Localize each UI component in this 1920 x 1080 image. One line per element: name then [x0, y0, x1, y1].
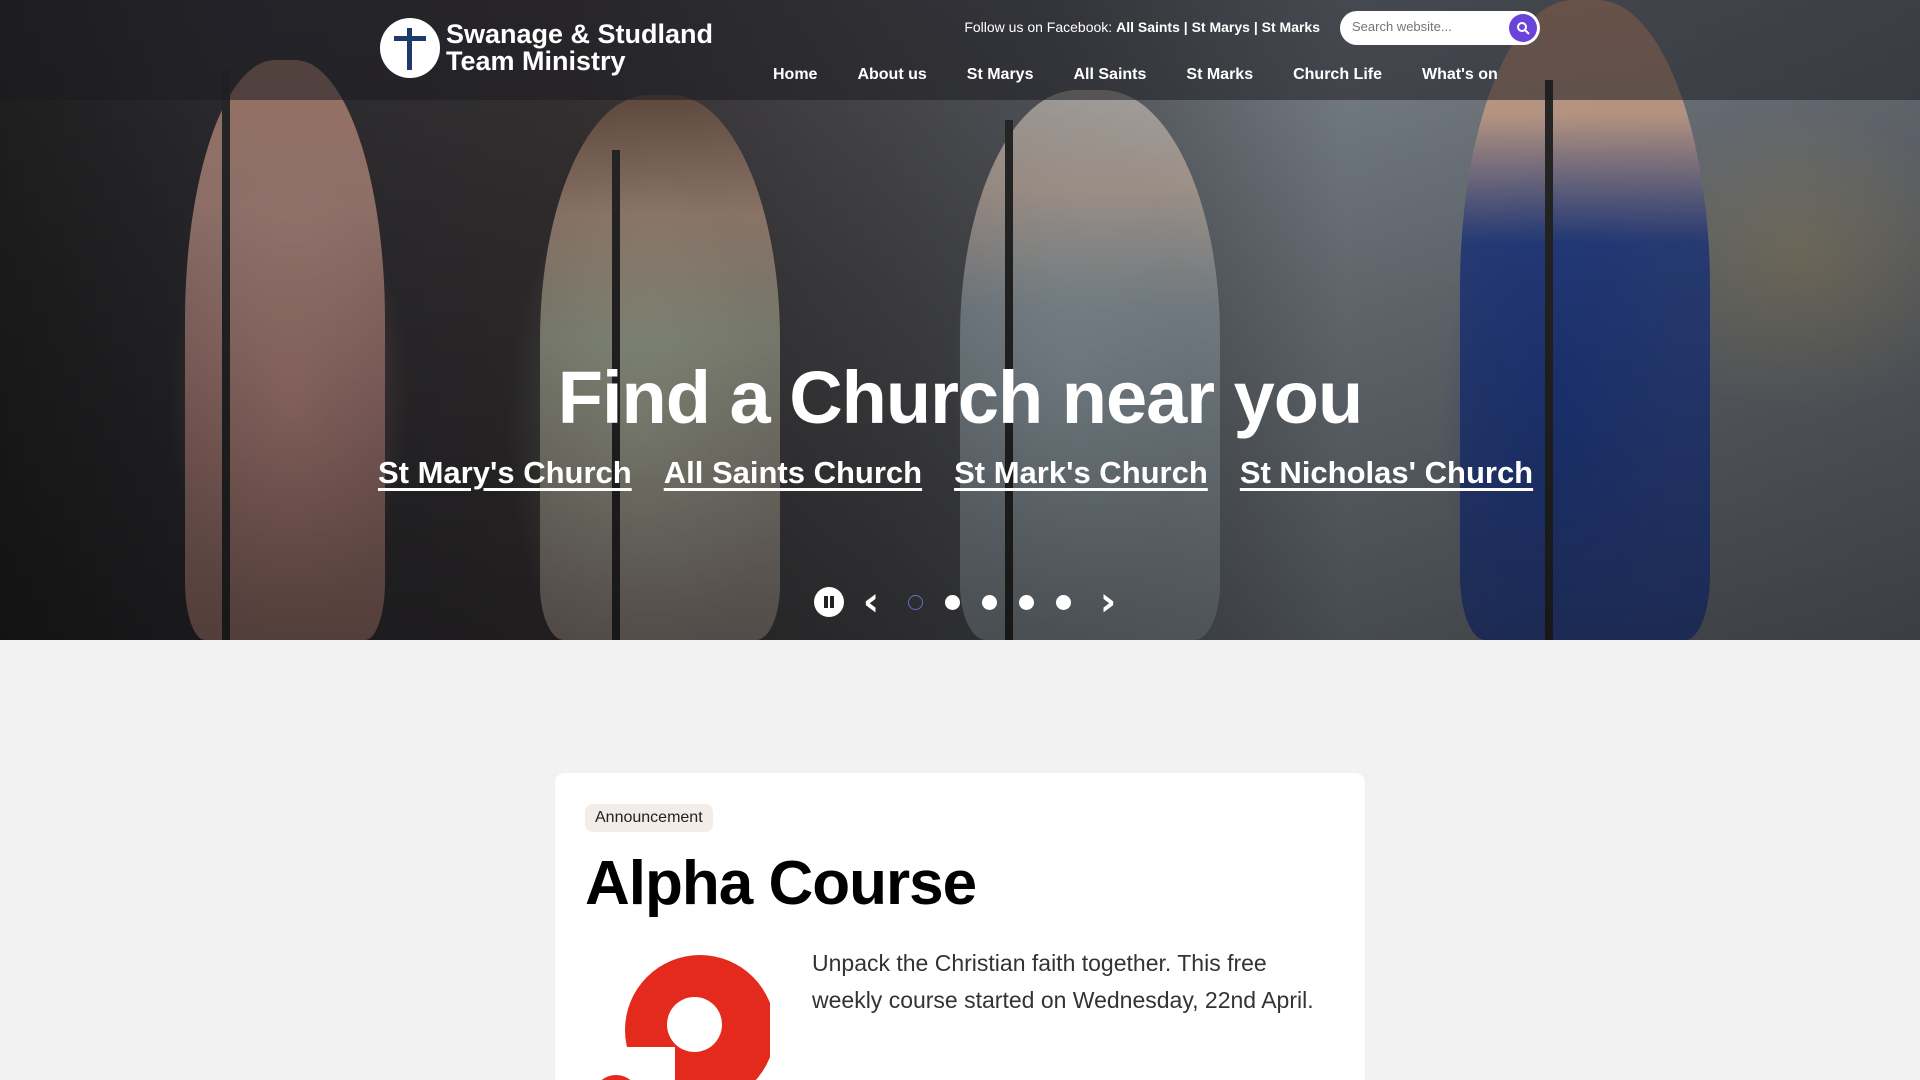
nav-st-marys[interactable]: St Marys: [967, 66, 1034, 84]
link-all-saints-church[interactable]: All Saints Church: [664, 455, 922, 491]
search-icon: [1517, 22, 1530, 35]
nav-about-us[interactable]: About us: [857, 66, 926, 84]
announcement-tag: Announcement: [585, 804, 713, 832]
site-logo-text: Swanage & Studland Team Ministry: [446, 19, 714, 76]
hero-photo-singer: [185, 60, 385, 640]
slider-dot[interactable]: [908, 594, 923, 610]
site-logo[interactable]: Swanage & Studland Team Ministry: [380, 18, 713, 78]
search-input[interactable]: [1352, 19, 1502, 34]
main-nav: Home About us St Marys All Saints St Mar…: [773, 66, 1498, 84]
cross-logo-icon: [380, 18, 440, 78]
nav-all-saints[interactable]: All Saints: [1073, 66, 1146, 84]
nav-st-marks[interactable]: St Marks: [1186, 66, 1253, 84]
facebook-link-st-marks[interactable]: St Marks: [1262, 19, 1320, 35]
facebook-link-all-saints[interactable]: All Saints: [1116, 19, 1180, 35]
alpha-question-mark-icon: [585, 955, 770, 1080]
facebook-link-st-marys[interactable]: St Marys: [1192, 19, 1250, 35]
slider-dot[interactable]: [945, 594, 960, 610]
nav-church-life[interactable]: Church Life: [1293, 66, 1382, 84]
header-bar: [0, 0, 1920, 100]
slider-dot[interactable]: [982, 594, 997, 610]
card-title[interactable]: Alpha Course: [585, 848, 977, 919]
social-prefix: Follow us on Facebook:: [964, 19, 1113, 35]
social-separator: |: [1253, 19, 1258, 35]
nav-home[interactable]: Home: [773, 66, 817, 84]
slider-dot[interactable]: [1056, 594, 1071, 610]
announcement-card: Announcement Alpha Course Unpack the Chr…: [555, 773, 1365, 1080]
slider-controls: ‹ ›: [814, 582, 1123, 622]
chevron-left-icon[interactable]: ‹: [856, 582, 886, 622]
social-separator: |: [1183, 19, 1188, 35]
search-button[interactable]: [1509, 14, 1537, 42]
search-box: [1340, 11, 1540, 45]
social-links: Follow us on Facebook: All Saints | St M…: [964, 19, 1320, 35]
church-links: St Mary's Church All Saints Church St Ma…: [378, 455, 1533, 491]
card-body: Unpack the Christian faith together. Thi…: [812, 950, 1314, 1013]
link-st-marys-church[interactable]: St Mary's Church: [378, 455, 632, 491]
slider-dot[interactable]: [1019, 594, 1034, 610]
alpha-logo-cut: [585, 1047, 675, 1080]
nav-whats-on[interactable]: What's on: [1422, 66, 1498, 84]
link-st-nicholas-church[interactable]: St Nicholas' Church: [1240, 455, 1533, 491]
hero-title: Find a Church near you: [557, 356, 1363, 439]
alpha-logo-hole: [667, 997, 722, 1052]
link-st-marks-church[interactable]: St Mark's Church: [954, 455, 1208, 491]
chevron-right-icon[interactable]: ›: [1093, 582, 1123, 622]
pause-icon[interactable]: [814, 587, 844, 617]
